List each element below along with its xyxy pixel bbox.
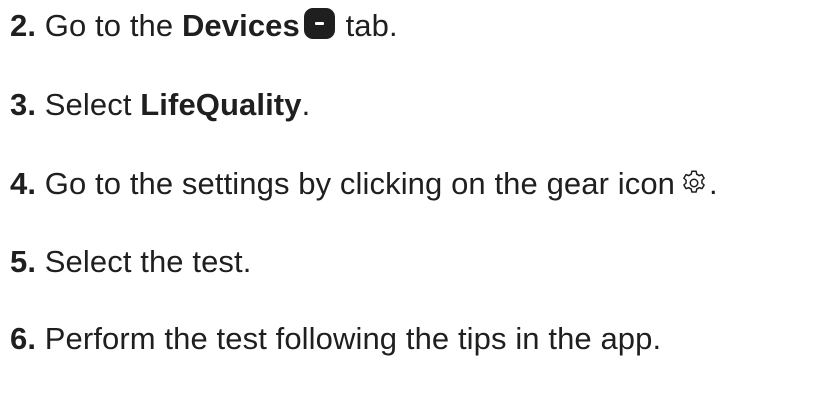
step-text: Select the test.: [44, 244, 252, 279]
step-number: 2.: [10, 8, 37, 43]
gear-icon: [683, 170, 705, 193]
step-4: 4. Go to the settings by clicking on the…: [10, 164, 718, 204]
step-6: 6. Perform the test following the tips i…: [10, 319, 661, 359]
step-3: 3. Select LifeQuality.: [10, 85, 310, 125]
devices-tab-label: Devices: [181, 8, 300, 43]
step-5: 5. Select the test.: [10, 242, 251, 282]
step-text-after: .: [709, 166, 718, 201]
step-2: 2. Go to the Devices tab.: [10, 6, 398, 46]
lifequality-label: LifeQuality: [140, 87, 302, 122]
step-text-after: tab.: [345, 8, 398, 43]
step-number: 4.: [10, 166, 37, 201]
step-number: 6.: [10, 321, 37, 356]
step-number: 3.: [10, 87, 37, 122]
step-number: 5.: [10, 244, 37, 279]
devices-icon: [303, 8, 335, 39]
step-text: Select: [44, 87, 132, 122]
step-text: Perform the test following the tips in t…: [44, 321, 662, 356]
step-text: Go to the: [44, 8, 174, 43]
step-text-after: .: [301, 87, 311, 122]
step-text: Go to the settings by clicking on the ge…: [44, 166, 676, 201]
